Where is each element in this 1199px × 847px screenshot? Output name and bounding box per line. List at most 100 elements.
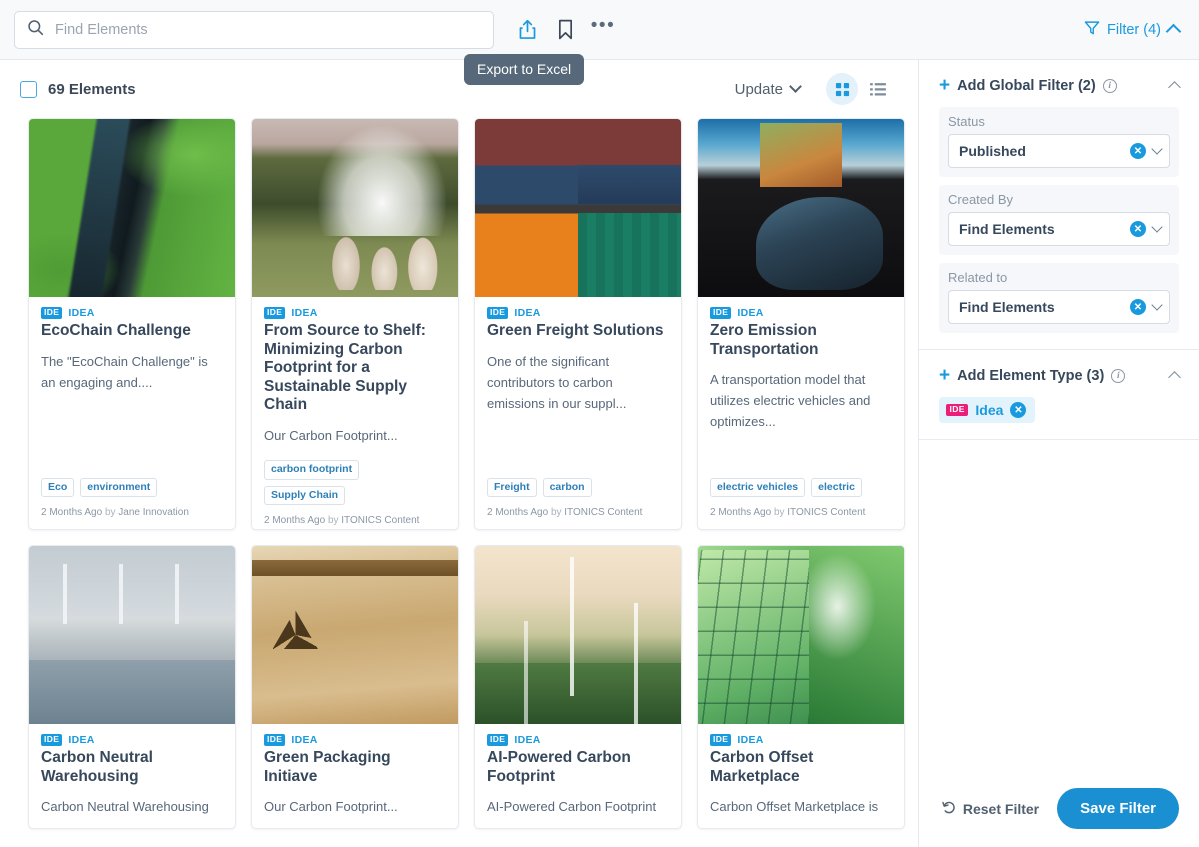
element-card[interactable]: IDE IDEA From Source to Shelf: Minimizin…	[251, 118, 459, 530]
type-badge-icon: IDE	[710, 734, 732, 746]
type-badge-icon: IDE	[264, 307, 286, 319]
save-filter-button[interactable]: Save Filter	[1057, 788, 1179, 829]
element-type-header: + Add Element Type (3) i	[939, 366, 1181, 385]
update-dropdown-button[interactable]: Update	[735, 80, 802, 98]
type-label: IDEA	[514, 734, 541, 746]
filter-panel: + Add Global Filter (2) i Status Publish…	[918, 60, 1199, 847]
tag[interactable]: Eco	[41, 477, 75, 497]
card-meta: 2 Months Ago by ITONICS Content	[710, 507, 892, 518]
card-image	[29, 119, 235, 297]
status-select[interactable]: Published ✕	[948, 134, 1170, 168]
tag[interactable]: electric	[811, 477, 862, 497]
field-label: Created By	[948, 192, 1014, 207]
card-title[interactable]: From Source to Shelf: Minimizing Carbon …	[264, 322, 446, 415]
toolbar-right: Update	[735, 73, 894, 105]
card-title[interactable]: EcoChain Challenge	[41, 322, 223, 341]
top-bar-actions: •••	[510, 13, 620, 47]
tag[interactable]: Freight	[487, 477, 537, 497]
filter-toggle-button[interactable]: Filter (4)	[1084, 20, 1182, 40]
tag[interactable]: environment	[80, 477, 158, 497]
plus-icon[interactable]: +	[939, 76, 950, 95]
card-image	[29, 546, 235, 724]
card-description: The "EcoChain Challenge" is an engaging …	[41, 353, 208, 390]
element-type-chip-idea[interactable]: IDE Idea ✕	[939, 397, 1036, 423]
chip-label: Idea	[975, 402, 1004, 418]
card-meta: 2 Months Ago by Jane Innovation	[41, 507, 223, 518]
list-view-button[interactable]	[862, 73, 894, 105]
card-description: Our Carbon Footprint...	[264, 799, 398, 815]
card-type: IDE IDEA	[487, 307, 669, 319]
card-author: Jane Innovation	[118, 507, 189, 518]
card-description: Carbon Neutral Warehousing	[41, 799, 209, 815]
tag[interactable]: Supply Chain	[264, 485, 346, 506]
type-label: IDEA	[68, 734, 95, 746]
info-icon[interactable]: i	[1102, 78, 1117, 93]
share-export-icon[interactable]	[510, 13, 544, 47]
bookmark-icon[interactable]	[548, 13, 582, 47]
type-label: IDEA	[68, 307, 95, 319]
card-time: 2 Months Ago	[487, 507, 549, 518]
export-to-excel-tooltip: Export to Excel	[464, 54, 585, 85]
more-options-icon[interactable]: •••	[586, 13, 620, 47]
field-label: Related to	[948, 270, 1008, 285]
element-card[interactable]: IDE IDEA AI-Powered Carbon Footprint AI-…	[474, 545, 682, 830]
info-icon[interactable]: i	[1111, 368, 1126, 383]
element-card[interactable]: IDE IDEA Carbon Offset Marketplace Carbo…	[697, 545, 905, 830]
card-tags: Eco environment	[41, 477, 223, 497]
clear-icon[interactable]: ✕	[1130, 221, 1146, 237]
card-type: IDE IDEA	[41, 734, 223, 746]
field-value: Find Elements	[959, 299, 1055, 315]
card-tags: electric vehicles electric	[710, 477, 892, 497]
search-input[interactable]	[53, 20, 481, 39]
chevron-up-icon[interactable]	[1165, 23, 1182, 40]
search-box[interactable]	[14, 10, 494, 49]
card-image	[698, 119, 904, 297]
field-value: Published	[959, 143, 1026, 159]
card-title[interactable]: Zero Emission Transportation	[710, 322, 892, 359]
card-title[interactable]: Green Freight Solutions	[487, 322, 669, 341]
element-card[interactable]: IDE IDEA Green Packaging Initiave Our Ca…	[251, 545, 459, 830]
tag[interactable]: electric vehicles	[710, 477, 806, 497]
add-element-type-label[interactable]: Add Element Type (3)	[957, 368, 1104, 384]
chevron-down-icon[interactable]	[1151, 221, 1163, 233]
clear-icon[interactable]: ✕	[1130, 299, 1146, 315]
card-by: by	[327, 515, 339, 527]
element-card[interactable]: IDE IDEA Zero Emission Transportation A …	[697, 118, 905, 530]
element-card[interactable]: IDE IDEA EcoChain Challenge The "EcoChai…	[28, 118, 236, 530]
type-badge-icon: IDE	[41, 734, 63, 746]
element-card[interactable]: IDE IDEA Green Freight Solutions One of …	[474, 118, 682, 530]
card-type: IDE IDEA	[264, 307, 446, 319]
select-all-checkbox[interactable]	[20, 80, 37, 98]
card-type: IDE IDEA	[487, 734, 669, 746]
card-type: IDE IDEA	[264, 734, 446, 746]
related-to-select[interactable]: Find Elements ✕	[948, 290, 1170, 324]
collapse-chevron-up-icon[interactable]	[1168, 370, 1181, 384]
card-time: 2 Months Ago	[710, 507, 772, 518]
card-type: IDE IDEA	[41, 307, 223, 319]
card-title[interactable]: Green Packaging Initiave	[264, 749, 446, 786]
card-tags: Freight carbon	[487, 477, 669, 497]
chevron-down-icon[interactable]	[1151, 143, 1163, 155]
filter-field-status: Status Published ✕	[939, 107, 1179, 177]
tag[interactable]: carbon	[542, 477, 592, 497]
card-title[interactable]: AI-Powered Carbon Footprint	[487, 749, 669, 786]
add-global-filter-label[interactable]: Add Global Filter (2)	[957, 78, 1096, 94]
grid-view-button[interactable]	[826, 73, 858, 105]
card-title[interactable]: Carbon Neutral Warehousing	[41, 749, 223, 786]
created-by-select[interactable]: Find Elements ✕	[948, 212, 1170, 246]
card-time: 2 Months Ago	[264, 515, 326, 527]
reset-filter-button[interactable]: Reset Filter	[942, 800, 1039, 818]
card-title[interactable]: Carbon Offset Marketplace	[710, 749, 892, 786]
chip-remove-icon[interactable]: ✕	[1010, 402, 1027, 418]
clear-icon[interactable]: ✕	[1130, 143, 1146, 159]
card-image	[475, 546, 681, 724]
plus-icon[interactable]: +	[939, 366, 950, 385]
tag[interactable]: carbon footprint	[264, 460, 360, 480]
element-card[interactable]: IDE IDEA Carbon Neutral Warehousing Carb…	[28, 545, 236, 830]
collapse-chevron-up-icon[interactable]	[1168, 80, 1181, 94]
card-grid-row-1: IDE IDEA EcoChain Challenge The "EcoChai…	[0, 118, 918, 530]
card-image	[252, 546, 458, 724]
chevron-down-icon[interactable]	[1151, 299, 1163, 311]
card-time: 2 Months Ago	[41, 507, 103, 518]
filter-toggle-label: Filter (4)	[1107, 21, 1161, 38]
